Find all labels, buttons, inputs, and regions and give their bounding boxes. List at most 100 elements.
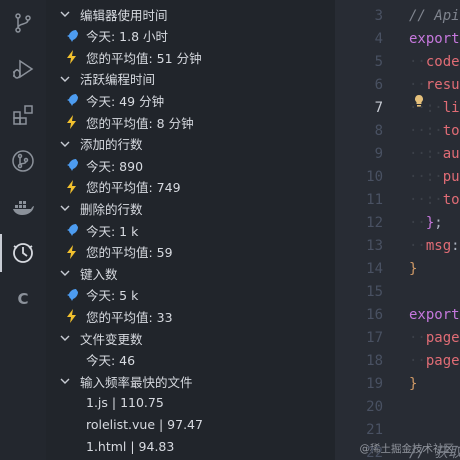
extensions-icon[interactable]	[0, 92, 46, 138]
line-number: 16	[366, 307, 383, 323]
tree-group-header[interactable]: 输入最多的文件	[46, 457, 335, 460]
code-line[interactable]: 6 ··resul	[335, 73, 460, 97]
code-line[interactable]: 21	[335, 418, 460, 442]
tree-item[interactable]: 1.html | 94.83	[46, 435, 335, 457]
line-number: 8	[374, 123, 383, 139]
tree-item-average[interactable]: 您的平均值: 8 分钟	[46, 111, 335, 133]
code-line[interactable]: 10 ··:·pu	[335, 165, 460, 189]
tree-item-today[interactable]: 今天: 1.8 小时	[46, 25, 335, 47]
code-line[interactable]: 4 export	[335, 27, 460, 51]
code-time-panel: 编辑器使用时间 今天: 1.8 小时 您的平均值: 51 分钟 活跃编程时间 今天: 4…	[46, 0, 335, 460]
code-line[interactable]: 19}	[335, 372, 460, 396]
code-line[interactable]: 22 // 获取	[335, 441, 460, 460]
bolt-icon	[67, 50, 76, 65]
tree-group-header[interactable]: 编辑器使用时间	[46, 3, 335, 25]
tree-group-header[interactable]: 活跃编程时间	[46, 68, 335, 90]
code-line[interactable]: 17 ··page	[335, 326, 460, 350]
tree-group-label: 编辑器使用时间	[80, 7, 168, 23]
rocket-icon	[67, 159, 78, 172]
bolt-icon	[67, 309, 76, 324]
tree-item-label: rolelist.vue | 97.47	[86, 416, 203, 432]
rocket-icon	[67, 29, 78, 42]
code-line[interactable]: 14}	[335, 257, 460, 281]
tree-item-label: 1.js | 110.75	[86, 395, 164, 411]
line-number: 13	[366, 238, 383, 254]
line-number: 21	[366, 422, 383, 438]
tree-group-header[interactable]: 文件变更数	[46, 327, 335, 349]
code-line[interactable]: 13 ··msg:	[335, 234, 460, 258]
c-extension-icon[interactable]: C	[0, 276, 46, 322]
tree-item-average[interactable]: 您的平均值: 59	[46, 241, 335, 263]
code-line[interactable]: 7 ··:·li	[335, 96, 460, 120]
tree-item-today[interactable]: 今天: 5 k	[46, 284, 335, 306]
chevron-down-icon	[60, 76, 70, 82]
code-text: export	[409, 31, 460, 47]
tree-item-today[interactable]: 今天: 890	[46, 154, 335, 176]
line-number: 18	[366, 353, 383, 369]
rocket-icon	[67, 288, 78, 301]
code-line[interactable]: 18 ··page	[335, 349, 460, 373]
tree-item-label: 您的平均值: 59	[86, 245, 173, 261]
tree-group-header[interactable]: 添加的行数	[46, 133, 335, 155]
line-number: 4	[374, 31, 383, 47]
line-number: 19	[366, 376, 383, 392]
code-line[interactable]: 8 ··:·to	[335, 119, 460, 143]
tree-item[interactable]: rolelist.vue | 97.47	[46, 413, 335, 435]
tree-item-label: 您的平均值: 51 分钟	[86, 50, 202, 66]
code-text: }	[409, 261, 418, 277]
code-time-icon[interactable]	[0, 230, 46, 276]
code-line[interactable]: 12 ··};	[335, 211, 460, 235]
tree-group-header[interactable]: 键入数	[46, 262, 335, 284]
code-line[interactable]: 5 ··code	[335, 50, 460, 74]
chevron-down-icon	[60, 378, 70, 385]
chevron-down-icon	[60, 270, 70, 277]
code-text: ··};	[409, 215, 443, 231]
tree-item-average[interactable]: 您的平均值: 749	[46, 176, 335, 198]
line-number: 20	[366, 399, 383, 415]
code-text: ··msg:	[409, 238, 460, 254]
tree-item-label: 今天: 1 k	[86, 223, 139, 239]
line-number: 15	[366, 284, 383, 300]
code-line[interactable]: 16 export	[335, 303, 460, 327]
tree-item-label: 今天: 46	[86, 353, 136, 369]
tree-group-label: 输入频率最快的文件	[80, 374, 193, 390]
code-text: }	[409, 376, 418, 392]
line-number: 14	[366, 261, 383, 277]
code-line[interactable]: 15	[335, 280, 460, 304]
chevron-down-icon	[60, 11, 70, 17]
code-text: ··:·au	[409, 146, 460, 162]
code-line[interactable]: 11 ··:·to	[335, 188, 460, 212]
code-text: ··resul	[409, 77, 460, 93]
chevron-down-icon	[60, 335, 70, 341]
docker-icon[interactable]	[0, 184, 46, 230]
tree-item[interactable]: 1.js | 110.75	[46, 392, 335, 414]
tree-group-header[interactable]: 输入频率最快的文件	[46, 370, 335, 392]
rocket-icon	[67, 224, 78, 236]
code-text: export	[409, 307, 460, 323]
code-editor[interactable]: @稀土掘金技术社区 3// Api4export5··code6··resul7…	[335, 0, 460, 460]
code-line[interactable]: 9 ··:·au	[335, 142, 460, 166]
tree-item-average[interactable]: 您的平均值: 33	[46, 305, 335, 327]
tree-item-label: 1.html | 94.83	[86, 438, 175, 454]
run-debug-icon[interactable]	[0, 46, 46, 92]
code-text: ··code	[409, 54, 460, 70]
code-text: ··:·pu	[409, 169, 460, 185]
bolt-icon	[67, 179, 76, 194]
code-text: // 获取	[409, 445, 460, 460]
code-text: // Api	[409, 8, 460, 24]
source-control-icon[interactable]	[0, 0, 46, 46]
tree-group-label: 文件变更数	[80, 331, 143, 347]
tree-item[interactable]: 今天: 46	[46, 349, 335, 371]
tree-group-label: 添加的行数	[80, 137, 143, 153]
tree-group-header[interactable]: 删除的行数	[46, 197, 335, 219]
tree-item-today[interactable]: 今天: 1 k	[46, 219, 335, 241]
tree-item-today[interactable]: 今天: 49 分钟	[46, 89, 335, 111]
bolt-icon	[67, 244, 76, 259]
tree-item-average[interactable]: 您的平均值: 51 分钟	[46, 46, 335, 68]
tree-item-label: 您的平均值: 8 分钟	[86, 115, 194, 131]
tree-group-label: 活跃编程时间	[80, 72, 156, 88]
code-line[interactable]: 3 // Api	[335, 4, 460, 28]
pull-request-icon[interactable]	[0, 138, 46, 184]
code-line[interactable]: 20	[335, 395, 460, 419]
tree-group-label: 键入数	[80, 266, 118, 282]
